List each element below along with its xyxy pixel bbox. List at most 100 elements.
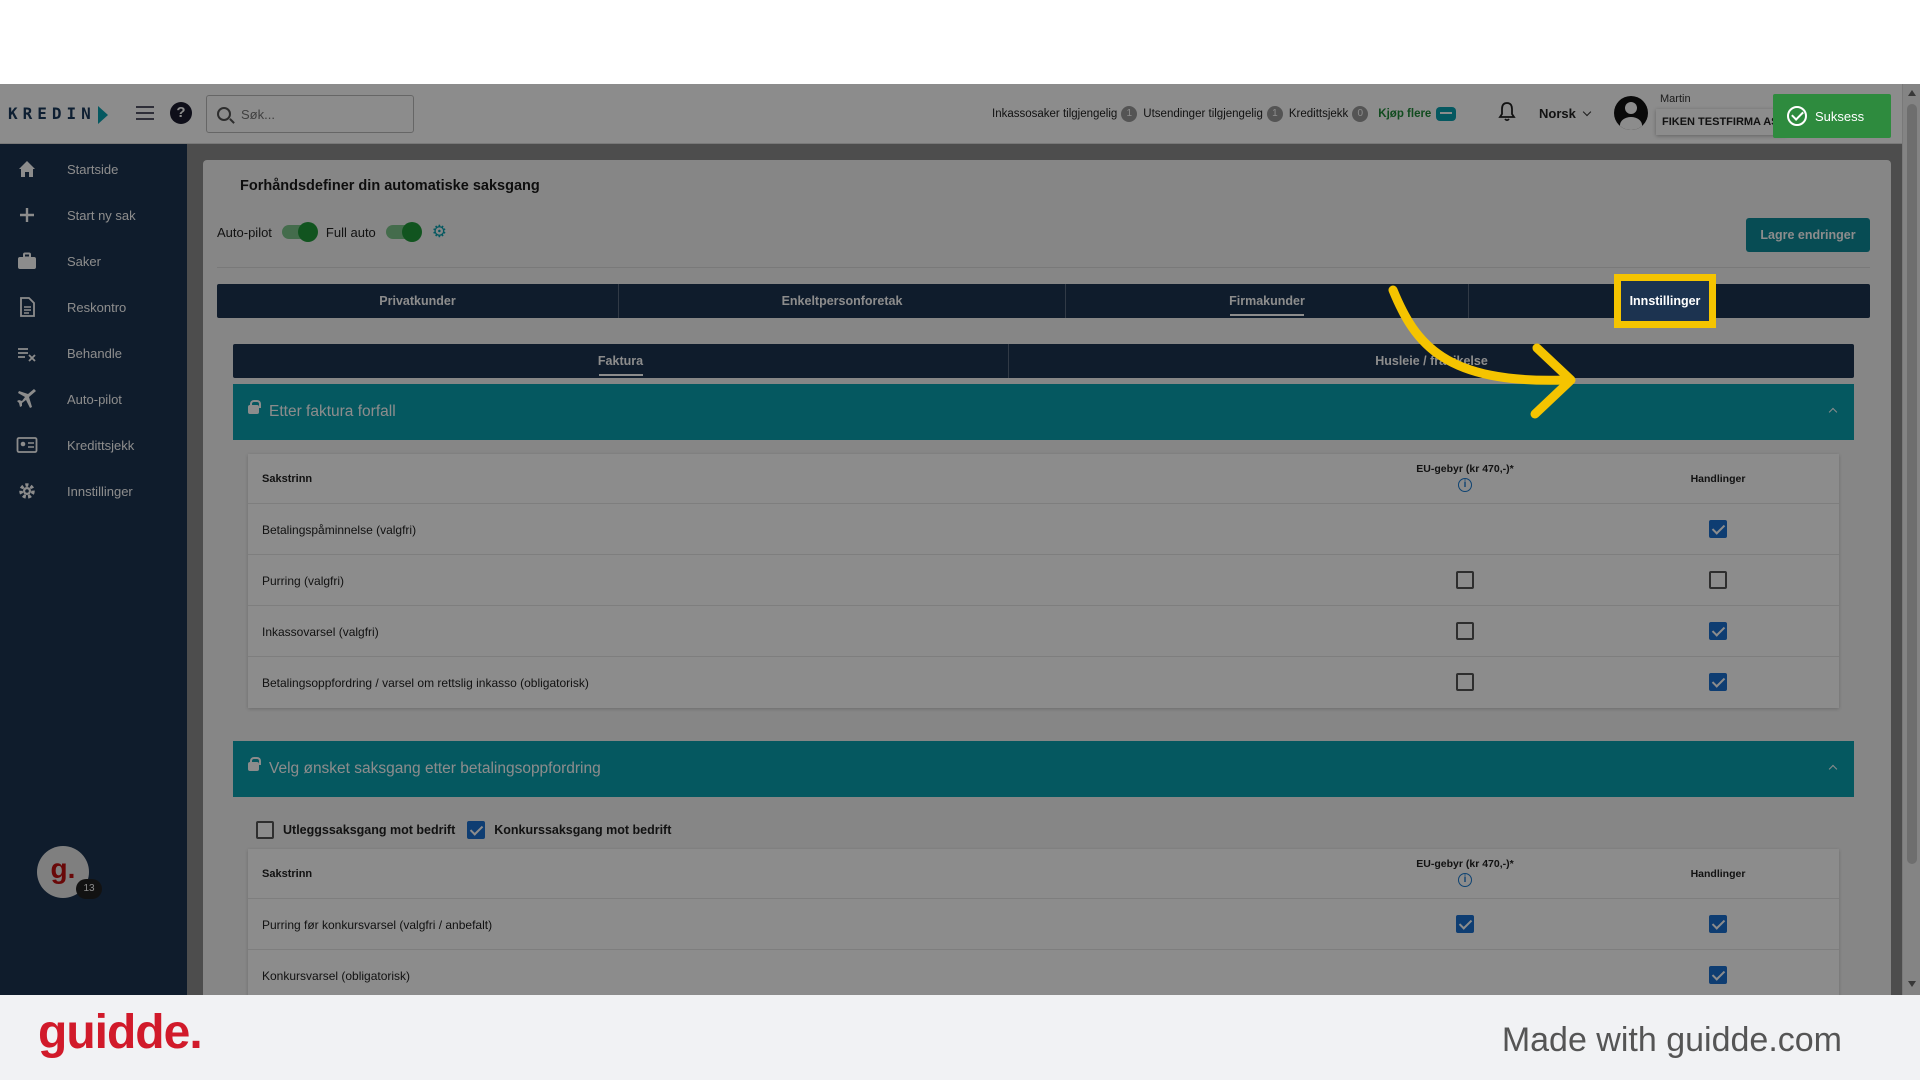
- subtab-faktura[interactable]: Faktura: [233, 344, 1009, 378]
- home-icon: [19, 161, 35, 177]
- buy-more-link[interactable]: Kjøp flere: [1378, 107, 1457, 121]
- eu-fee-checkbox[interactable]: [1456, 571, 1474, 589]
- col-handlinger: Handlinger: [1690, 473, 1746, 485]
- step-name: Inkassovarsel (valgfri): [262, 625, 379, 639]
- action-checkbox[interactable]: [1709, 520, 1727, 538]
- sidebar-item-innstillinger[interactable]: Innstillinger: [0, 471, 187, 511]
- search-input[interactable]: [241, 106, 401, 122]
- scroll-thumb[interactable]: [1907, 104, 1917, 864]
- lock-icon: [248, 400, 261, 414]
- sidebar-item-label: Start ny sak: [67, 207, 136, 223]
- settings-gear-icon[interactable]: ⚙: [432, 222, 447, 242]
- top-blank-area: [0, 0, 1920, 84]
- eu-fee-checkbox[interactable]: [1456, 622, 1474, 640]
- info-icon[interactable]: i: [1458, 873, 1472, 887]
- tab-privatkunder[interactable]: Privatkunder: [217, 284, 619, 318]
- bell-icon[interactable]: [1498, 102, 1516, 122]
- scroll-up-arrow-icon[interactable]: [1908, 90, 1916, 96]
- user-avatar-icon[interactable]: [1614, 96, 1648, 130]
- steps-table-2: Sakstrinn EU-gebyr (kr 470,-)* i Handling…: [248, 849, 1839, 995]
- toggle-row: Auto-pilot Full auto ⚙: [217, 222, 447, 242]
- guidde-footer: guidde. Made with guidde.com: [0, 995, 1920, 1080]
- page-scrollbar[interactable]: [1902, 84, 1920, 995]
- sidebar-item-label: Auto-pilot: [67, 391, 122, 407]
- table-row: Purring (valgfri): [248, 555, 1839, 606]
- sidebar-item-label: Kredittsjekk: [67, 437, 135, 453]
- guidde-logo: guidde.: [38, 1006, 203, 1059]
- quota-bar: Inkassosaker tilgjengelig 1 Utsendinger …: [992, 106, 1457, 122]
- guidde-avatar-badge: 13: [76, 879, 102, 899]
- konkurs-checkbox[interactable]: [467, 821, 486, 839]
- sidebar: Startside Start ny sak Saker Reskontro B…: [0, 144, 187, 995]
- chevron-up-icon[interactable]: [1828, 764, 1838, 774]
- action-checkbox[interactable]: [1709, 622, 1727, 640]
- user-name: Martin: [1660, 93, 1691, 105]
- action-checkbox[interactable]: [1709, 915, 1727, 933]
- app-window: KREDIN ? Inkassosaker tilgjengelig 1 Uts…: [0, 84, 1920, 995]
- hamburger-menu-icon[interactable]: [136, 106, 154, 120]
- step-name: Purring (valgfri): [262, 574, 345, 588]
- table-header: Sakstrinn EU-gebyr (kr 470,-)* i Handling…: [248, 849, 1839, 899]
- sidebar-item-reskontro[interactable]: Reskontro: [0, 287, 187, 327]
- main-panel: Forhåndsdefiner din automatiske saksgang…: [203, 160, 1891, 995]
- utlegg-checkbox[interactable]: [256, 821, 274, 839]
- check-circle-icon: [1787, 106, 1807, 126]
- autopilot-label: Auto-pilot: [217, 224, 272, 240]
- fullauto-toggle[interactable]: [385, 222, 422, 242]
- search-icon: [217, 107, 231, 121]
- document-icon: [20, 297, 35, 317]
- checklist-icon: [18, 348, 36, 362]
- info-icon[interactable]: i: [1458, 478, 1472, 492]
- plus-icon: [20, 208, 34, 222]
- document-subtabs: Faktura Husleie / fravikelse: [233, 344, 1854, 378]
- steps-table-1: Sakstrinn EU-gebyr (kr 470,-)* i Handling…: [248, 454, 1839, 708]
- sidebar-item-start-ny-sak[interactable]: Start ny sak: [0, 195, 187, 235]
- quota-count-cases: 1: [1121, 106, 1138, 122]
- autopilot-toggle[interactable]: [281, 222, 318, 242]
- section-header-velg-saksgang[interactable]: Velg ønsket saksgang etter betalingsoppf…: [233, 741, 1854, 797]
- action-checkbox[interactable]: [1709, 966, 1727, 984]
- saksgang-options: Utleggssaksgang mot bedrift Konkurssaksg…: [256, 821, 671, 839]
- section-title: Etter faktura forfall: [269, 403, 396, 420]
- action-checkbox[interactable]: [1709, 571, 1727, 589]
- kredin-logo[interactable]: KREDIN: [8, 104, 108, 124]
- eu-fee-checkbox[interactable]: [1456, 915, 1474, 933]
- table-row: Betalingsoppfordring / varsel om rettsli…: [248, 657, 1839, 708]
- table-row: Konkursvarsel (obligatorisk): [248, 950, 1839, 995]
- success-toast[interactable]: Suksess: [1773, 94, 1891, 138]
- sidebar-item-auto-pilot[interactable]: Auto-pilot: [0, 379, 187, 419]
- sidebar-item-behandle[interactable]: Behandle: [0, 333, 187, 373]
- briefcase-icon: [18, 252, 36, 269]
- col-eu-gebyr: EU-gebyr (kr 470,-)* i: [1410, 463, 1520, 492]
- scroll-down-arrow-icon[interactable]: [1908, 981, 1916, 987]
- language-label: Norsk: [1539, 106, 1576, 121]
- divider: [217, 267, 1870, 268]
- language-select[interactable]: Norsk: [1539, 106, 1592, 121]
- chevron-up-icon[interactable]: [1828, 407, 1838, 417]
- lock-icon: [248, 757, 261, 771]
- quota-label-cases: Inkassosaker tilgjengelig: [992, 108, 1118, 120]
- sidebar-item-startside[interactable]: Startside: [0, 149, 187, 189]
- section-header-etter-faktura[interactable]: Etter faktura forfall: [233, 384, 1854, 440]
- step-name: Betalingsoppfordring / varsel om rettsli…: [262, 676, 589, 690]
- airplane-icon: [17, 389, 36, 408]
- company-selector[interactable]: FIKEN TESTFIRMA AS: [1656, 109, 1786, 135]
- table-row: Betalingspåminnelse (valgfri): [248, 504, 1839, 555]
- action-checkbox[interactable]: [1709, 673, 1727, 691]
- page-title: Forhåndsdefiner din automatiske saksgang: [240, 178, 540, 194]
- tab-enkeltpersonforetak[interactable]: Enkeltpersonforetak: [619, 284, 1066, 318]
- table-row: Inkassovarsel (valgfri): [248, 606, 1839, 657]
- sidebar-item-label: Behandle: [67, 345, 122, 361]
- eu-fee-checkbox[interactable]: [1456, 673, 1474, 691]
- tab-innstillinger[interactable]: Innstillinger: [1614, 274, 1716, 328]
- col-sakstrinn: Sakstrinn: [262, 868, 313, 880]
- search-box[interactable]: [206, 95, 414, 133]
- save-changes-button[interactable]: Lagre endringer: [1746, 218, 1870, 252]
- step-name: Betalingspåminnelse (valgfri): [262, 523, 417, 537]
- table-row: Purring før konkursvarsel (valgfri / anb…: [248, 899, 1839, 950]
- toast-label: Suksess: [1815, 108, 1865, 124]
- annotation-arrow-icon: [1388, 285, 1576, 419]
- sidebar-item-kredittsjekk[interactable]: Kredittsjekk: [0, 425, 187, 465]
- help-icon[interactable]: ?: [170, 102, 192, 124]
- sidebar-item-saker[interactable]: Saker: [0, 241, 187, 281]
